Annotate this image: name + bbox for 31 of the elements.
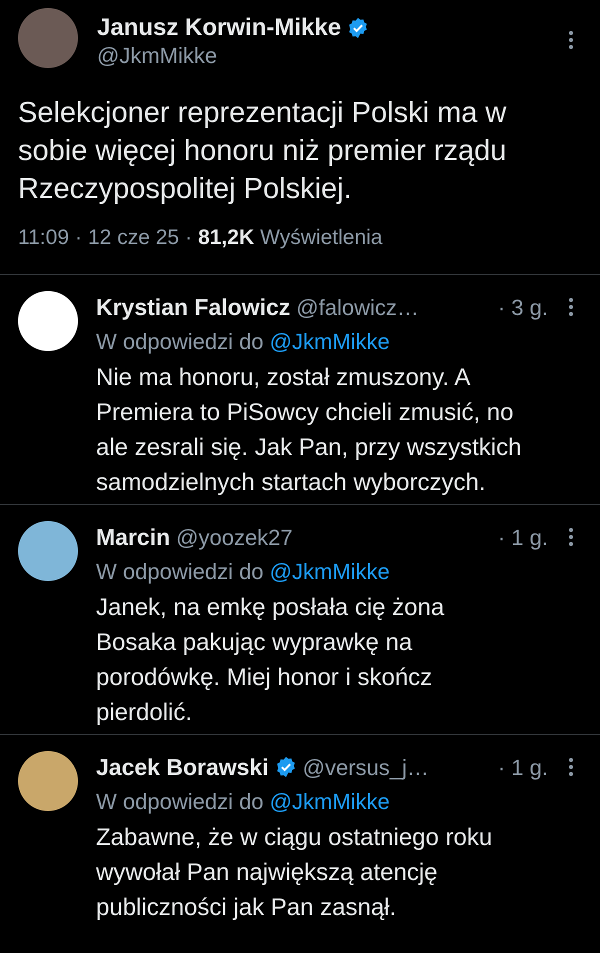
tweet-text: Selekcjoner reprezentacji Polski ma w sobie więcej honoru niż premier rządu Rzeczypospolitej Polskiej. xyxy=(18,96,506,207)
separator-dot: · xyxy=(75,225,82,251)
reply-context: W odpowiedzi do xyxy=(96,788,264,814)
view-count: 81,2K xyxy=(198,225,254,251)
reply-text: Zabawne, że w ciągu ostatniego roku wywołał Pan największą atencję publiczności jak Pan zasnął. xyxy=(96,822,492,922)
mention-link[interactable]: @JkmMikke xyxy=(270,328,390,354)
reply-time: · 3 g. xyxy=(498,294,548,322)
more-options-icon[interactable] xyxy=(568,297,574,317)
reply-text: Janek, na emkę posłała cię żona Bosaka pakując wyprawkę na porodówkę. Miej honor i skończ pierdolić. xyxy=(96,592,444,728)
separator-dot: · xyxy=(185,225,192,251)
mention-link[interactable]: @JkmMikke xyxy=(270,788,390,814)
reply-text: Nie ma honoru, został zmuszony. A Premiera to PiSowcy chcieli zmusić, no ale zesrali się. Jak Pan, przy wszystkich samodzielnych startach wyborczych. xyxy=(96,362,522,498)
reply-handle: @falowicz… xyxy=(296,294,419,322)
author-name: Janusz Korwin-Mikke xyxy=(97,14,342,42)
reply-author-name: Jacek Borawski xyxy=(96,753,269,782)
tweet-date: 12 cze 25 xyxy=(88,225,180,251)
mention-link[interactable]: @JkmMikke xyxy=(270,558,390,584)
more-options-icon[interactable] xyxy=(568,527,574,547)
reply-time: · 1 g. xyxy=(498,754,548,782)
reply-time: · 1 g. xyxy=(498,524,548,552)
reply-handle: @yoozek27 xyxy=(176,524,293,552)
more-options-icon[interactable] xyxy=(568,30,574,50)
tweet-time: 11:09 xyxy=(18,225,69,251)
reply-handle: @versus_j… xyxy=(302,754,429,782)
reply-context: W odpowiedzi do xyxy=(96,558,264,584)
author-handle: @JkmMikke xyxy=(97,42,218,70)
views-label: Wyświetlenia xyxy=(260,225,382,251)
reply-author-name: Krystian Falowicz xyxy=(96,293,290,322)
reply-author-name: Marcin xyxy=(96,523,170,552)
reply-context: W odpowiedzi do xyxy=(96,328,264,354)
more-options-icon[interactable] xyxy=(568,757,574,777)
